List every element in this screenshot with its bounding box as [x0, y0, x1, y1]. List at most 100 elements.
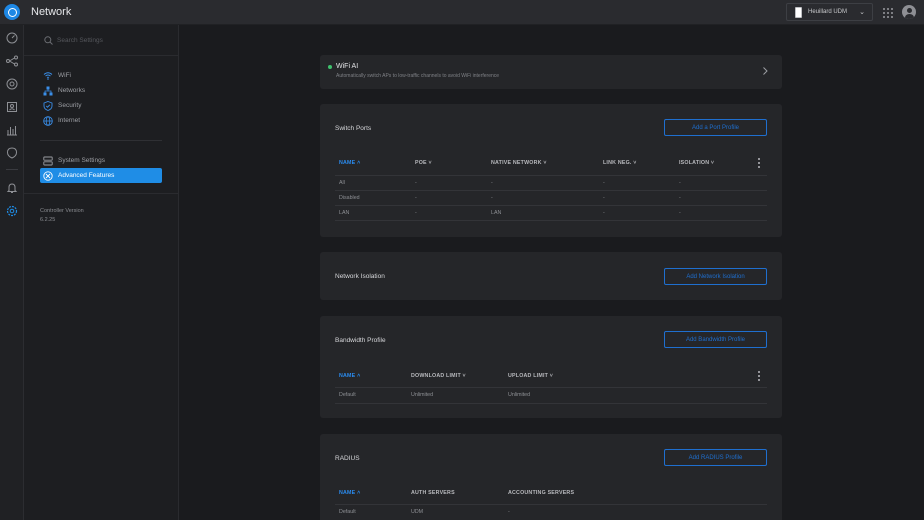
table-cell: - [415, 195, 417, 201]
wifi-ai-card[interactable]: WiFi AI Automatically switch APs to low-… [320, 55, 782, 89]
settings-icon[interactable] [6, 205, 18, 217]
sidebar-item-security[interactable]: Security [40, 98, 162, 113]
apps-grid-icon[interactable] [883, 8, 893, 18]
wifi-ai-title: WiFi AI [336, 63, 359, 70]
chevron-down-icon: ⌄ [859, 9, 865, 16]
table-cell: - [603, 180, 605, 186]
card-title: Bandwidth Profile [335, 337, 386, 344]
table-cell: Unlimited [508, 392, 531, 398]
column-header-name[interactable]: NAME ˄ [339, 490, 360, 496]
column-header-native-network[interactable]: NATIVE NETWORK ˅ [491, 160, 547, 166]
radius-card: RADIUS Add RADIUS Profile NAME ˄ AUTH SE… [320, 434, 782, 520]
column-header-download-limit[interactable]: DOWNLOAD LIMIT ˅ [411, 373, 466, 379]
insights-icon[interactable] [6, 147, 18, 159]
column-header-isolation[interactable]: ISOLATION ˅ [679, 160, 714, 166]
table-divider [335, 190, 767, 191]
table-cell: - [415, 180, 417, 186]
unifi-logo-icon[interactable] [4, 4, 20, 20]
table-cell: LAN [491, 210, 502, 216]
table-cell[interactable]: LAN [339, 210, 349, 216]
controller-version: 6.2.25 [40, 217, 56, 223]
sidebar-divider [24, 193, 179, 194]
globe-icon [43, 115, 53, 126]
table-divider [335, 403, 767, 404]
table-cell: - [679, 210, 681, 216]
sidebar-item-system-settings[interactable]: System Settings [40, 153, 162, 168]
search-icon [44, 35, 53, 45]
search-input[interactable]: Search Settings [57, 37, 103, 44]
more-options-icon[interactable] [756, 370, 762, 382]
column-header-accounting-servers[interactable]: ACCOUNTING SERVERS [508, 490, 574, 496]
networks-icon [43, 86, 53, 96]
table-cell: - [491, 195, 493, 201]
settings-sidebar: Search Settings WiFi Networks Security I… [24, 25, 179, 520]
wifi-ai-description: Automatically switch APs to low-traffic … [336, 73, 500, 79]
table-cell: - [679, 180, 681, 186]
table-cell[interactable]: Disabled [339, 195, 360, 201]
add-port-profile-button[interactable]: Add a Port Profile [664, 119, 767, 136]
app-title: Network [31, 6, 72, 18]
dashboard-icon[interactable] [6, 32, 18, 44]
column-header-auth-servers[interactable]: AUTH SERVERS [411, 490, 455, 496]
topology-icon[interactable] [6, 55, 18, 67]
table-cell: - [508, 509, 510, 515]
advanced-features-icon [43, 170, 53, 181]
chevron-right-icon[interactable] [760, 66, 770, 76]
sidebar-divider [40, 140, 162, 141]
sidebar-item-advanced-features[interactable]: Advanced Features [40, 168, 162, 183]
rail-divider [6, 169, 18, 170]
table-cell: - [603, 210, 605, 216]
device-name: Heuillard UDM [808, 9, 848, 15]
sidebar-item-label: System Settings [58, 157, 105, 164]
top-bar: Network Heuillard UDM ⌄ [0, 0, 924, 25]
column-header-name[interactable]: NAME ˄ [339, 160, 360, 166]
icon-rail [0, 25, 24, 520]
sidebar-item-label: Internet [58, 117, 81, 124]
sidebar-item-label: Security [58, 102, 82, 109]
device-icon [795, 6, 802, 18]
table-divider [335, 387, 767, 388]
table-cell[interactable]: Default [339, 392, 356, 398]
table-divider [335, 220, 767, 221]
table-cell: - [491, 180, 493, 186]
sidebar-item-internet[interactable]: Internet [40, 113, 162, 128]
card-title: Network Isolation [335, 273, 385, 280]
column-header-poe[interactable]: POE ˅ [415, 160, 432, 166]
controller-version-label: Controller Version [40, 208, 84, 214]
bandwidth-profile-card: Bandwidth Profile Add Bandwidth Profile … [320, 316, 782, 418]
search-settings[interactable]: Search Settings [44, 34, 103, 46]
sidebar-divider [24, 55, 179, 56]
column-header-name[interactable]: NAME ˄ [339, 373, 360, 379]
sidebar-item-networks[interactable]: Networks [40, 83, 162, 98]
more-options-icon[interactable] [756, 157, 762, 169]
card-title: RADIUS [335, 455, 360, 462]
notifications-icon[interactable] [6, 182, 18, 194]
sidebar-item-wifi[interactable]: WiFi [40, 68, 162, 83]
network-isolation-card: Network Isolation Add Network Isolation [320, 252, 782, 300]
status-dot [328, 65, 332, 69]
table-divider [335, 205, 767, 206]
add-bandwidth-profile-button[interactable]: Add Bandwidth Profile [664, 331, 767, 348]
add-radius-profile-button[interactable]: Add RADIUS Profile [664, 449, 767, 466]
sidebar-item-label: Advanced Features [58, 172, 115, 179]
table-cell: Unlimited [411, 392, 434, 398]
table-cell: - [679, 195, 681, 201]
table-divider [335, 175, 767, 176]
clients-icon[interactable] [6, 101, 18, 113]
device-selector[interactable]: Heuillard UDM ⌄ [786, 3, 873, 21]
user-avatar-icon[interactable] [902, 5, 916, 19]
statistics-icon[interactable] [6, 124, 18, 136]
column-header-upload-limit[interactable]: UPLOAD LIMIT ˅ [508, 373, 553, 379]
wifi-icon [43, 71, 53, 81]
table-cell: - [603, 195, 605, 201]
table-cell: UDM [411, 509, 424, 515]
column-header-link-neg[interactable]: LINK NEG. ˅ [603, 160, 637, 166]
table-cell[interactable]: Default [339, 509, 356, 515]
shield-icon [43, 100, 53, 111]
card-title: Switch Ports [335, 125, 372, 132]
sidebar-item-label: WiFi [58, 72, 71, 79]
add-network-isolation-button[interactable]: Add Network Isolation [664, 268, 767, 285]
devices-icon[interactable] [6, 78, 18, 90]
table-cell[interactable]: All [339, 180, 345, 186]
main-content: WiFi AI Automatically switch APs to low-… [180, 25, 924, 520]
